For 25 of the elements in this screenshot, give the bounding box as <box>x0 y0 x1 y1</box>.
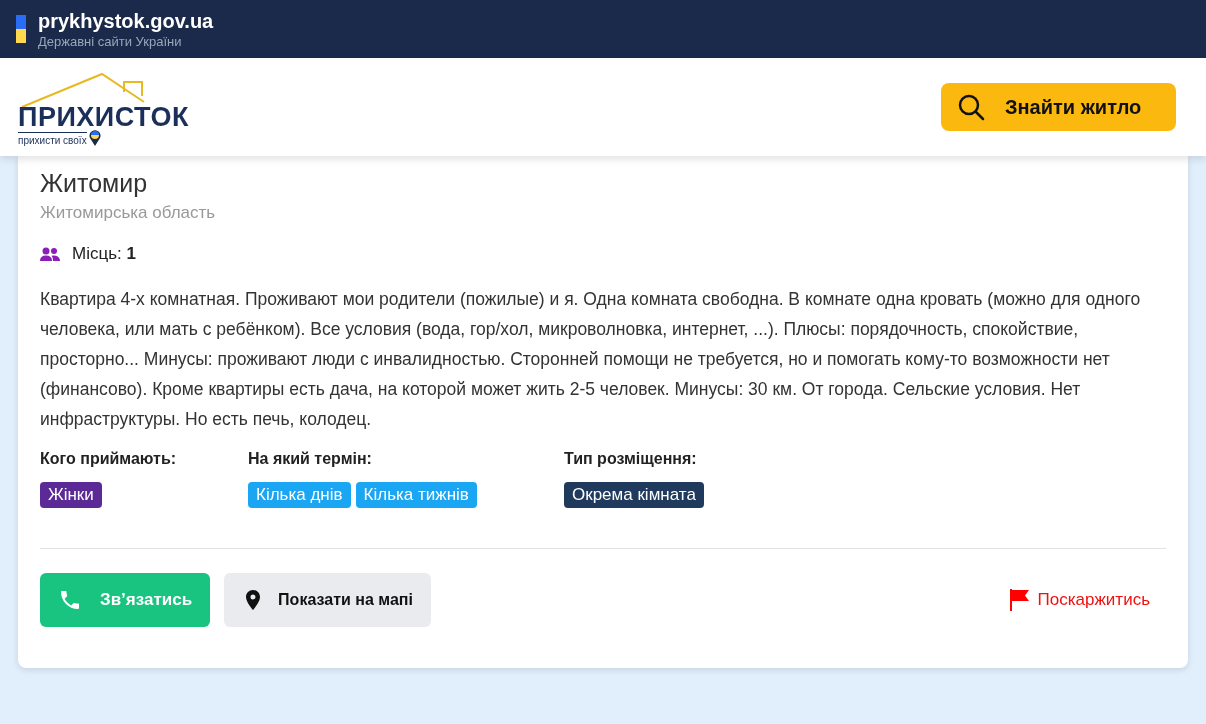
region-text: Житомирська область <box>40 202 217 224</box>
site-domain[interactable]: prykhystok.gov.ua <box>38 8 214 33</box>
show-on-map-button[interactable]: Показати на мапі <box>224 573 431 627</box>
flag-icon <box>1009 589 1030 611</box>
site-subtitle: Державні сайти України <box>38 32 183 50</box>
tag: Кілька днів <box>248 482 351 508</box>
attribute-label: Кого приймають: <box>40 450 178 468</box>
logo-title: ПРИХИСТОК <box>18 104 190 130</box>
attribute-label: На який термін: <box>248 450 373 468</box>
logo-tagline: прихисти своїх <box>18 132 87 146</box>
search-icon <box>957 93 985 121</box>
places-count: Місць: 1 <box>72 244 136 264</box>
map-pin-icon <box>246 590 261 610</box>
flag-icon <box>16 15 26 43</box>
report-button[interactable]: Поскаржитись <box>993 573 1166 627</box>
tag: Окрема кімната <box>564 482 704 508</box>
tag: Жінки <box>40 482 102 508</box>
search-button[interactable]: Знайти житло <box>941 83 1176 131</box>
tag: Кілька тижнів <box>355 482 477 508</box>
people-icon <box>40 247 60 261</box>
attribute-label: Тип розміщення: <box>564 450 698 468</box>
map-pin-icon <box>88 130 101 146</box>
phone-icon <box>58 588 82 612</box>
description-text: Квартира 4-х комнатная. Проживают мои родители (пожилые) и я. Одна комната свободна. В комнате одна кровать (можно для одного человека, или мать с ребёнком). Все условия (вода, гор/хол, микроволновка, интернет, ...). Плюсы: порядочность, спокойствие, просторно... Минусы: проживают люди с инвалидностью. Сторонней помощи не требуется, но и помогать кому-то возможности нет (финансово). Кроме квартиры есть дача, на которой может жить 2-5 человек. Минусы: 30 км. От города. Сельские условия. Нет инфраструктуры. Но есть печь, колодец. <box>40 288 1142 431</box>
city-title: Житомир <box>40 168 149 198</box>
